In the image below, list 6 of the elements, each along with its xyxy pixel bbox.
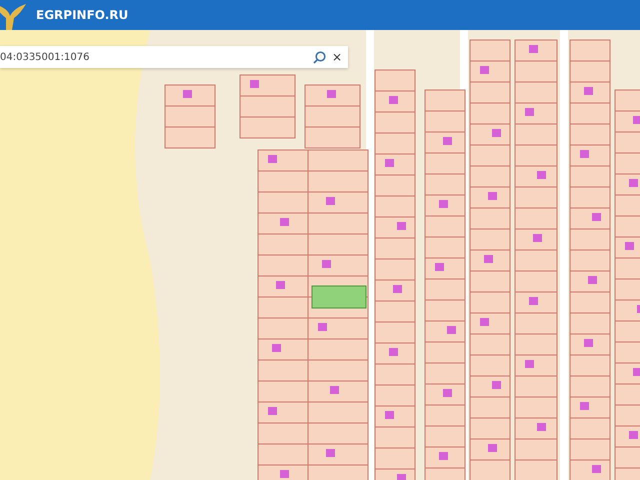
search-field[interactable]: 04:0335001:1076 × bbox=[0, 46, 348, 68]
clear-button[interactable]: × bbox=[332, 50, 342, 64]
search-icon[interactable] bbox=[312, 50, 326, 64]
cadastral-map-drawing[interactable] bbox=[0, 30, 640, 480]
search-value: 04:0335001:1076 bbox=[0, 52, 90, 62]
site-title[interactable]: EGRPINFO.RU bbox=[36, 8, 128, 22]
